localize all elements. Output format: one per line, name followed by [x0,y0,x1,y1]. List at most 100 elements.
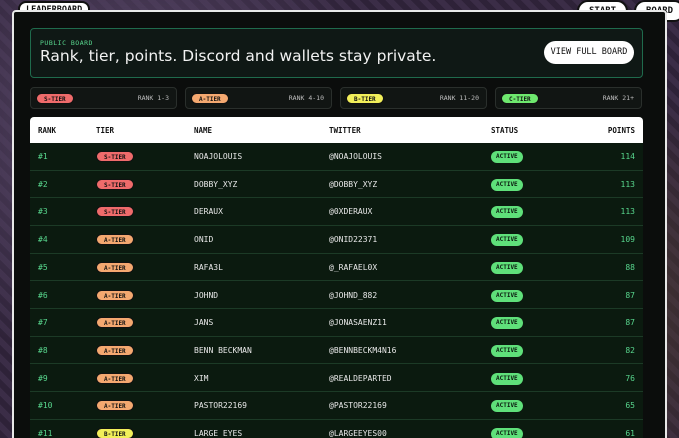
row-rank: #8 [38,345,48,355]
tier-badge: S-TIER [96,178,134,190]
table-header: RANK TIER NAME TWITTER STATUS POINTS [30,117,643,143]
row-tier: S-TIER [96,206,134,218]
row-status: ACTIVE [491,151,523,163]
tier-badge: C-TIER [501,93,539,104]
status-badge: ACTIVE [491,234,523,247]
row-points: 109 [620,235,635,245]
tier-badge: A-TIER [96,234,134,246]
row-twitter[interactable]: @_RAFAEL0X [329,263,377,272]
table-row[interactable]: #2 S-TIER DOBBY_XYZ @DOBBY_XYZ ACTIVE 11… [30,171,643,199]
tier-range: RANK 1-3 [137,94,169,102]
row-name: LARGE EYES [194,429,243,438]
table-row[interactable]: #10 A-TIER PASTOR22169 @PASTOR22169 ACTI… [30,392,643,420]
row-name: RAFA3L [194,262,223,272]
col-tier[interactable]: TIER [96,126,114,135]
table-row[interactable]: #4 A-TIER ONID @ONID22371 ACTIVE 109 [30,226,643,254]
row-status: ACTIVE [491,206,523,219]
tier-badge: A-TIER [191,93,229,104]
table-row[interactable]: #9 A-TIER XIM @REALDEPARTED ACTIVE 76 [30,365,643,393]
row-name: DERAUX [194,207,223,217]
row-rank: #4 [38,235,48,245]
row-rank: #3 [38,207,48,217]
row-twitter[interactable]: @JOHND_882 [329,291,377,300]
leaderboard-table: RANK TIER NAME TWITTER STATUS POINTS #1 … [30,117,643,438]
row-tier: A-TIER [96,400,134,412]
table-row[interactable]: #5 A-TIER RAFA3L @_RAFAEL0X ACTIVE 88 [30,254,643,282]
col-points[interactable]: POINTS [608,126,635,135]
status-badge: ACTIVE [491,428,523,438]
table-row[interactable]: #1 S-TIER NOAJOLOUIS @NOAJOLOUIS ACTIVE … [30,143,643,171]
status-badge: ACTIVE [491,289,523,302]
tier-badge: A-TIER [96,261,134,273]
status-badge: ACTIVE [491,344,523,357]
row-points: 113 [620,207,635,217]
row-tier: A-TIER [96,372,134,384]
row-points: 76 [625,373,635,383]
row-tier: A-TIER [96,317,134,329]
tier-range: RANK 11-20 [439,94,479,102]
row-points: 113 [620,179,635,189]
row-tier: A-TIER [96,261,134,273]
row-points: 65 [625,401,635,411]
table-row[interactable]: #6 A-TIER JOHND @JOHND_882 ACTIVE 87 [30,282,643,309]
row-points: 114 [620,152,635,161]
col-twitter[interactable]: TWITTER [329,126,361,135]
status-badge: ACTIVE [491,317,523,330]
banner-eyebrow: PUBLIC BOARD [40,39,93,47]
row-twitter[interactable]: @PASTOR22169 [329,401,387,410]
table-row[interactable]: #3 S-TIER DERAUX @0XDERAUX ACTIVE 113 [30,198,643,226]
banner-title: Rank, tier, points. Discord and wallets … [40,47,437,65]
row-tier: S-TIER [96,178,134,190]
row-name: XIM [194,373,209,383]
row-status: ACTIVE [491,344,523,357]
row-rank: #10 [38,401,53,411]
row-twitter[interactable]: @JONASAENZ11 [329,318,387,327]
row-status: ACTIVE [491,372,523,385]
row-name: PASTOR22169 [194,401,247,411]
table-row[interactable]: #8 A-TIER BENN BECKMAN @BENNBECKM4N16 AC… [30,337,643,365]
tier-range: RANK 21+ [602,94,634,102]
tier-badge: S-TIER [96,151,134,162]
status-badge: ACTIVE [491,372,523,385]
row-points: 88 [625,262,635,272]
row-twitter[interactable]: @NOAJOLOUIS [329,152,382,161]
row-twitter[interactable]: @LARGEEYES00 [329,429,387,438]
row-name: JANS [194,318,214,328]
row-rank: #1 [38,152,48,161]
row-status: ACTIVE [491,317,523,330]
col-rank[interactable]: RANK [38,126,56,135]
row-twitter[interactable]: @ONID22371 [329,235,377,244]
table-row[interactable]: #7 A-TIER JANS @JONASAENZ11 ACTIVE 87 [30,309,643,337]
view-full-board-button[interactable]: VIEW FULL BOARD [544,41,634,64]
row-points: 82 [625,345,635,355]
tier-badge: B-TIER [346,93,384,104]
row-status: ACTIVE [491,261,523,274]
row-twitter[interactable]: @REALDEPARTED [329,374,392,383]
tier-card-s: S-TIER RANK 1-3 [30,87,177,109]
col-name[interactable]: NAME [194,126,212,135]
tier-card-b: B-TIER RANK 11-20 [340,87,487,109]
tier-badge: A-TIER [96,400,134,412]
row-rank: #7 [38,318,48,328]
row-twitter[interactable]: @DOBBY_XYZ [329,180,377,189]
tier-badge: A-TIER [96,289,134,301]
row-twitter[interactable]: @0XDERAUX [329,207,372,216]
row-points: 87 [625,290,635,300]
tier-badge: B-TIER [96,428,134,438]
row-name: JOHND [194,290,219,300]
row-status: ACTIVE [491,178,523,191]
public-board-banner: PUBLIC BOARD Rank, tier, points. Discord… [30,28,643,78]
status-badge: ACTIVE [491,261,523,274]
row-status: ACTIVE [491,289,523,302]
status-badge: ACTIVE [491,178,523,191]
row-twitter[interactable]: @BENNBECKM4N16 [329,346,396,355]
row-name: ONID [194,235,214,245]
row-tier: S-TIER [96,151,134,162]
col-status[interactable]: STATUS [491,126,518,135]
tier-badge: S-TIER [96,206,134,218]
tier-badge: A-TIER [96,372,134,384]
table-row[interactable]: #11 B-TIER LARGE EYES @LARGEEYES00 ACTIV… [30,420,643,438]
row-tier: B-TIER [96,428,134,438]
row-name: DOBBY_XYZ [194,179,238,189]
row-status: ACTIVE [491,428,523,438]
